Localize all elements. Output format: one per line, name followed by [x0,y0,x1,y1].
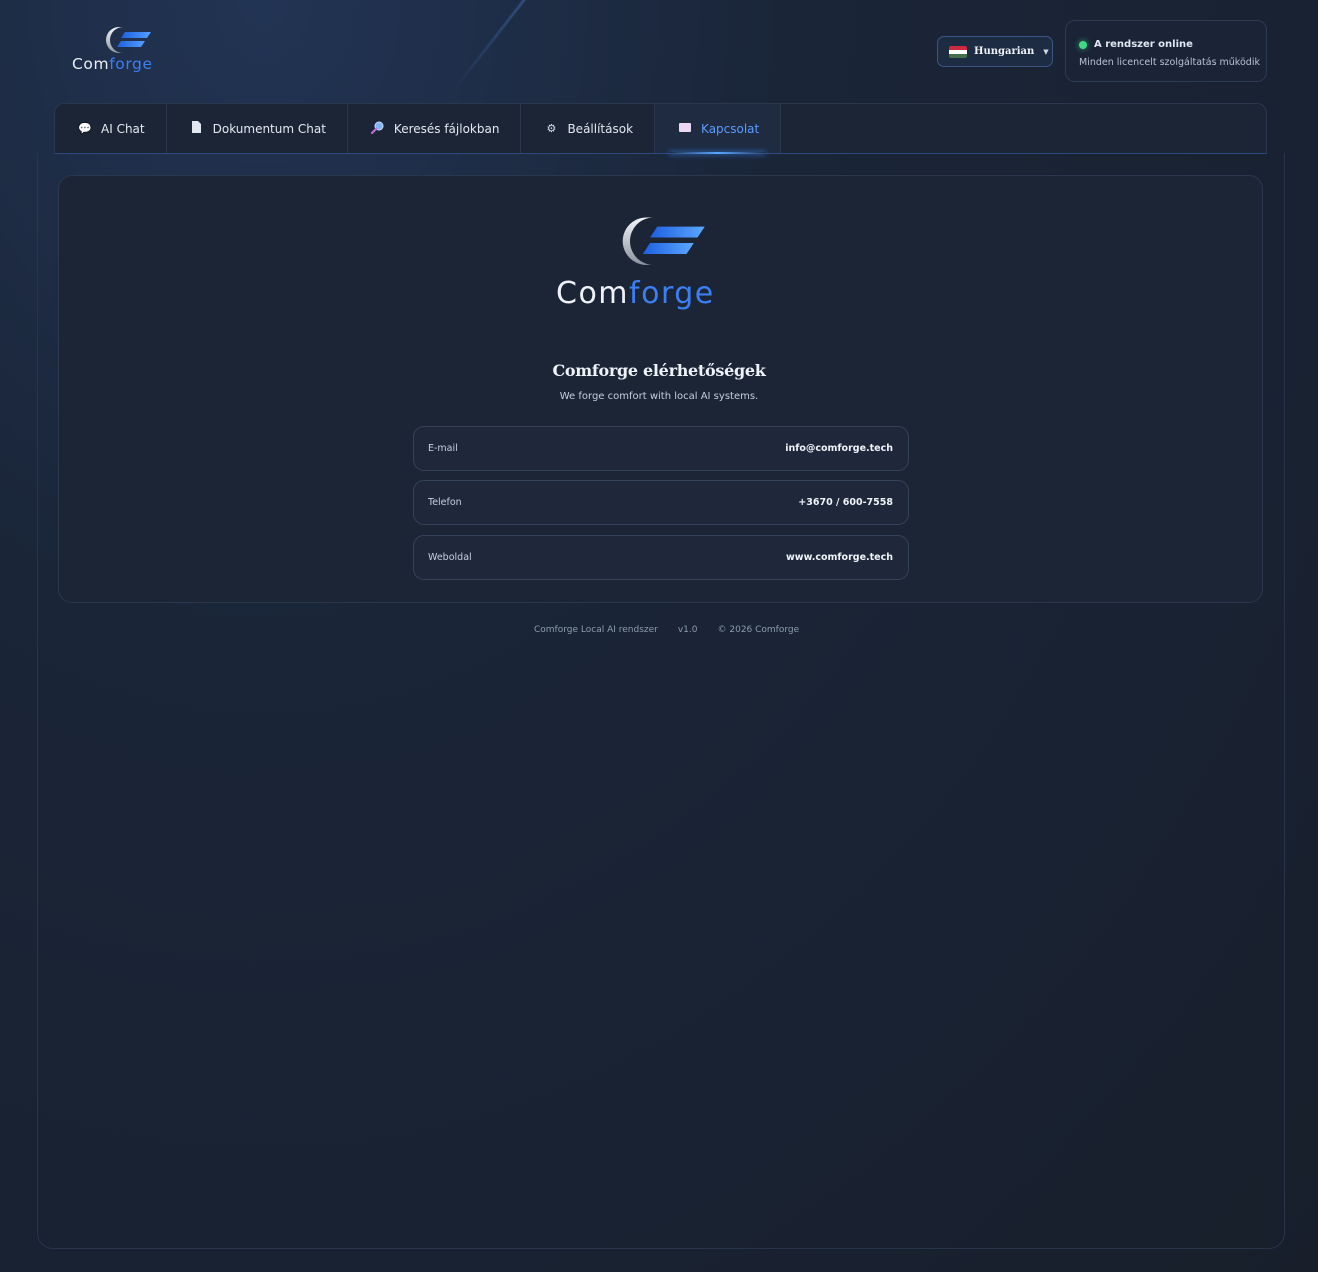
brand-wordmark: Comforge [72,55,153,73]
contact-logo: Comforge [556,212,756,316]
status-subtitle: Minden licencelt szolgáltatás működik [1079,57,1260,68]
footer-product: Comforge Local AI rendszer [534,625,658,635]
contact-row-website[interactable]: Weboldal www.comforge.tech [413,535,909,580]
tab-contact[interactable]: Kapcsolat [655,104,782,154]
magnifier-icon [371,121,385,137]
footer-version: v1.0 [677,625,698,635]
tab-file-search[interactable]: Keresés fájlokban [348,104,522,153]
contact-row-value[interactable]: +3670 / 600-7558 [798,497,893,508]
status-online-dot-icon [1079,40,1087,49]
contact-row-label: Weboldal [428,552,472,563]
status-title: A rendszer online [1094,39,1193,50]
cf-logo-mark-icon [106,27,151,53]
tab-label: Dokumentum Chat [212,121,326,136]
envelope-icon [678,122,692,135]
system-status-panel: A rendszer online Minden licencelt szolg… [1065,20,1267,82]
speech-bubble-icon: 💬 [78,122,92,135]
contact-heading: Comforge elérhetőségek [552,361,766,380]
tab-label: Keresés fájlokban [393,121,500,136]
language-label: Hungarian [974,46,1035,57]
brand-wordmark: Comforge [556,276,715,311]
tab-label: Kapcsolat [701,121,760,136]
caret-down-icon: ▼ [1043,47,1049,56]
tab-label: Beállítások [567,121,634,136]
header-logo[interactable]: Comforge [70,24,180,76]
contact-row-value[interactable]: info@comforge.tech [785,443,893,454]
gear-icon: ⚙ [546,122,557,135]
contact-row-value[interactable]: www.comforge.tech [786,552,893,563]
contact-row-phone[interactable]: Telefon +3670 / 600-7558 [413,480,909,525]
hungarian-flag-icon [949,45,967,58]
footer: Comforge Local AI rendszer v1.0 © 2026 C… [534,625,819,635]
tab-document-chat[interactable]: Dokumentum Chat [167,104,348,153]
contact-row-label: Telefon [428,497,462,508]
tab-ai-chat[interactable]: 💬 AI Chat [55,104,167,153]
contact-row-label: E-mail [428,443,458,454]
background-light-streak [449,0,533,95]
footer-copyright: © 2026 Comforge [717,625,800,635]
tab-label: AI Chat [101,121,145,136]
document-icon [190,121,204,136]
contact-tagline: We forge comfort with local AI systems. [559,391,759,402]
contact-row-email[interactable]: E-mail info@comforge.tech [413,426,909,471]
cf-logo-mark-icon [622,217,705,265]
tab-settings[interactable]: ⚙ Beállítások [521,104,656,153]
main-tab-bar: 💬 AI Chat Dokumentum Chat Keresés fájlok… [54,103,1267,154]
language-select[interactable]: Hungarian ▼ [937,36,1053,67]
